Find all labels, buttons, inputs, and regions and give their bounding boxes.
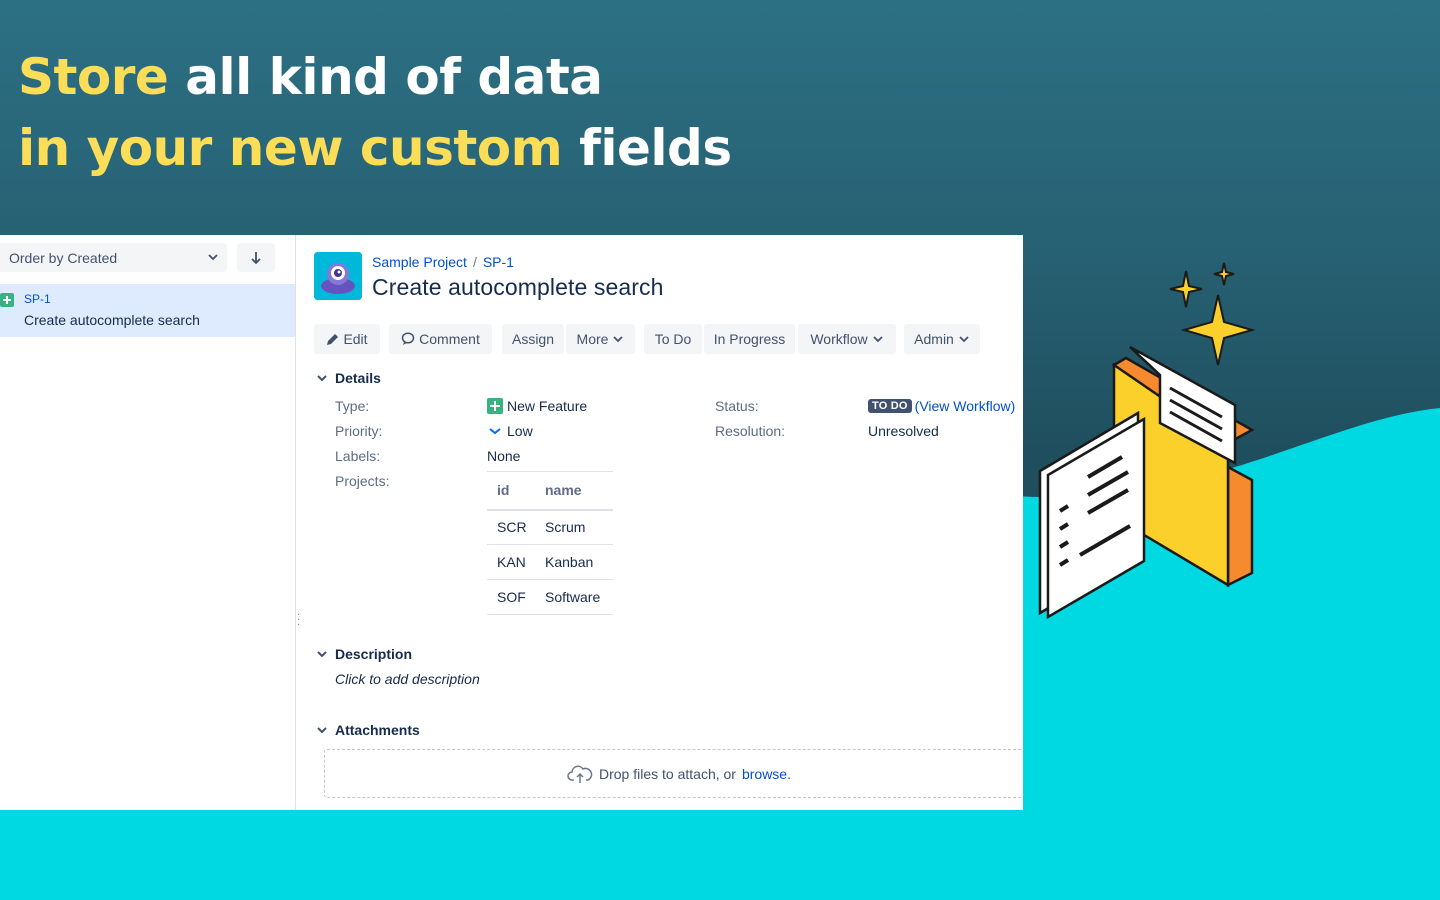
issue-key[interactable]: SP-1 <box>24 292 51 306</box>
chevron-down-icon <box>315 371 329 385</box>
browse-files-link[interactable]: browse. <box>742 766 791 782</box>
folder-documents-illustration <box>1038 262 1256 620</box>
table-row: KAN Kanban <box>487 544 613 580</box>
robot-avatar-icon <box>314 252 362 300</box>
workflow-button[interactable]: Workflow <box>798 324 896 354</box>
table-cell-id: SCR <box>487 509 535 545</box>
project-avatar[interactable] <box>314 252 362 300</box>
status-badge: TO DO <box>868 399 912 413</box>
issue-title[interactable]: Create autocomplete search <box>372 274 664 301</box>
more-button[interactable]: More <box>566 324 635 354</box>
headline: Store all kind of data in your new custo… <box>18 42 732 184</box>
issue-detail-panel: Sample Project / SP-1 Create autocomplete … <box>297 235 1023 810</box>
table-cell-id: KAN <box>487 544 535 580</box>
priority-label: Priority: <box>335 423 383 439</box>
arrow-down-icon <box>251 251 261 264</box>
status-value: TO DO ( View Workflow ) <box>868 398 1015 414</box>
table-cell-name: Kanban <box>535 544 613 580</box>
column-header-name: name <box>535 471 613 511</box>
document-icon <box>1038 410 1146 620</box>
breadcrumb: Sample Project / SP-1 <box>372 254 514 270</box>
chevron-down-icon <box>959 336 969 343</box>
labels-label: Labels: <box>335 448 381 464</box>
comment-button[interactable]: Comment <box>389 324 492 354</box>
type-label: Type: <box>335 398 370 414</box>
breadcrumb-issue-link[interactable]: SP-1 <box>483 254 514 270</box>
projects-label: Projects: <box>335 473 390 489</box>
attachments-section-toggle[interactable]: Attachments <box>315 722 420 738</box>
resolution-value: Unresolved <box>868 423 939 439</box>
issue-list-item[interactable]: SP-1 Create autocomplete search <box>0 284 295 337</box>
attachment-dropzone[interactable]: Drop files to attach, or browse. <box>324 749 1023 798</box>
comment-icon <box>401 332 415 345</box>
table-cell-name: Software <box>535 579 613 615</box>
chevron-down-icon <box>873 336 883 343</box>
chevron-down-icon <box>208 254 218 261</box>
new-feature-icon <box>487 398 503 414</box>
table-row: SCR Scrum <box>487 509 613 545</box>
chevron-down-icon <box>613 336 624 343</box>
sort-direction-button[interactable] <box>237 243 275 272</box>
resolution-label: Resolution: <box>715 423 786 439</box>
in-progress-transition-button[interactable]: In Progress <box>704 324 795 354</box>
chevron-down-icon <box>315 723 329 737</box>
status-label: Status: <box>715 398 759 414</box>
projects-custom-field-table: id name SCR Scrum KAN Kanban SOF Softwar… <box>487 471 613 615</box>
cloud-upload-icon <box>567 765 593 783</box>
assign-button[interactable]: Assign <box>502 324 564 354</box>
headline-line-1: Store all kind of data <box>18 48 603 106</box>
pencil-icon <box>327 333 339 345</box>
type-value[interactable]: New Feature <box>487 398 587 414</box>
table-cell-name: Scrum <box>535 509 613 545</box>
table-row: SOF Software <box>487 579 613 615</box>
admin-button[interactable]: Admin <box>904 324 980 354</box>
issue-app-window: Order by Created SP-1 Create autocomplet… <box>0 235 1023 810</box>
view-workflow-link[interactable]: View Workflow <box>919 398 1010 414</box>
labels-value[interactable]: None <box>487 448 520 464</box>
table-header-row: id name <box>487 471 613 511</box>
priority-value[interactable]: Low <box>487 423 533 439</box>
description-placeholder[interactable]: Click to add description <box>335 671 480 687</box>
description-section-toggle[interactable]: Description <box>315 646 412 662</box>
headline-line-2: in your new custom fields <box>18 119 732 177</box>
details-section-toggle[interactable]: Details <box>315 370 381 386</box>
chevron-down-icon <box>315 647 329 661</box>
table-cell-id: SOF <box>487 579 535 615</box>
to-do-transition-button[interactable]: To Do <box>644 324 702 354</box>
sparkles-icon <box>1169 262 1256 366</box>
edit-button[interactable]: Edit <box>314 324 380 354</box>
order-by-select[interactable]: Order by Created <box>0 243 227 272</box>
column-header-id: id <box>487 471 535 511</box>
issue-list-sidebar: Order by Created SP-1 Create autocomplet… <box>0 235 296 810</box>
issue-summary: Create autocomplete search <box>24 312 200 328</box>
breadcrumb-project-link[interactable]: Sample Project <box>372 254 467 270</box>
priority-low-icon <box>489 428 501 435</box>
new-feature-icon <box>0 293 14 307</box>
